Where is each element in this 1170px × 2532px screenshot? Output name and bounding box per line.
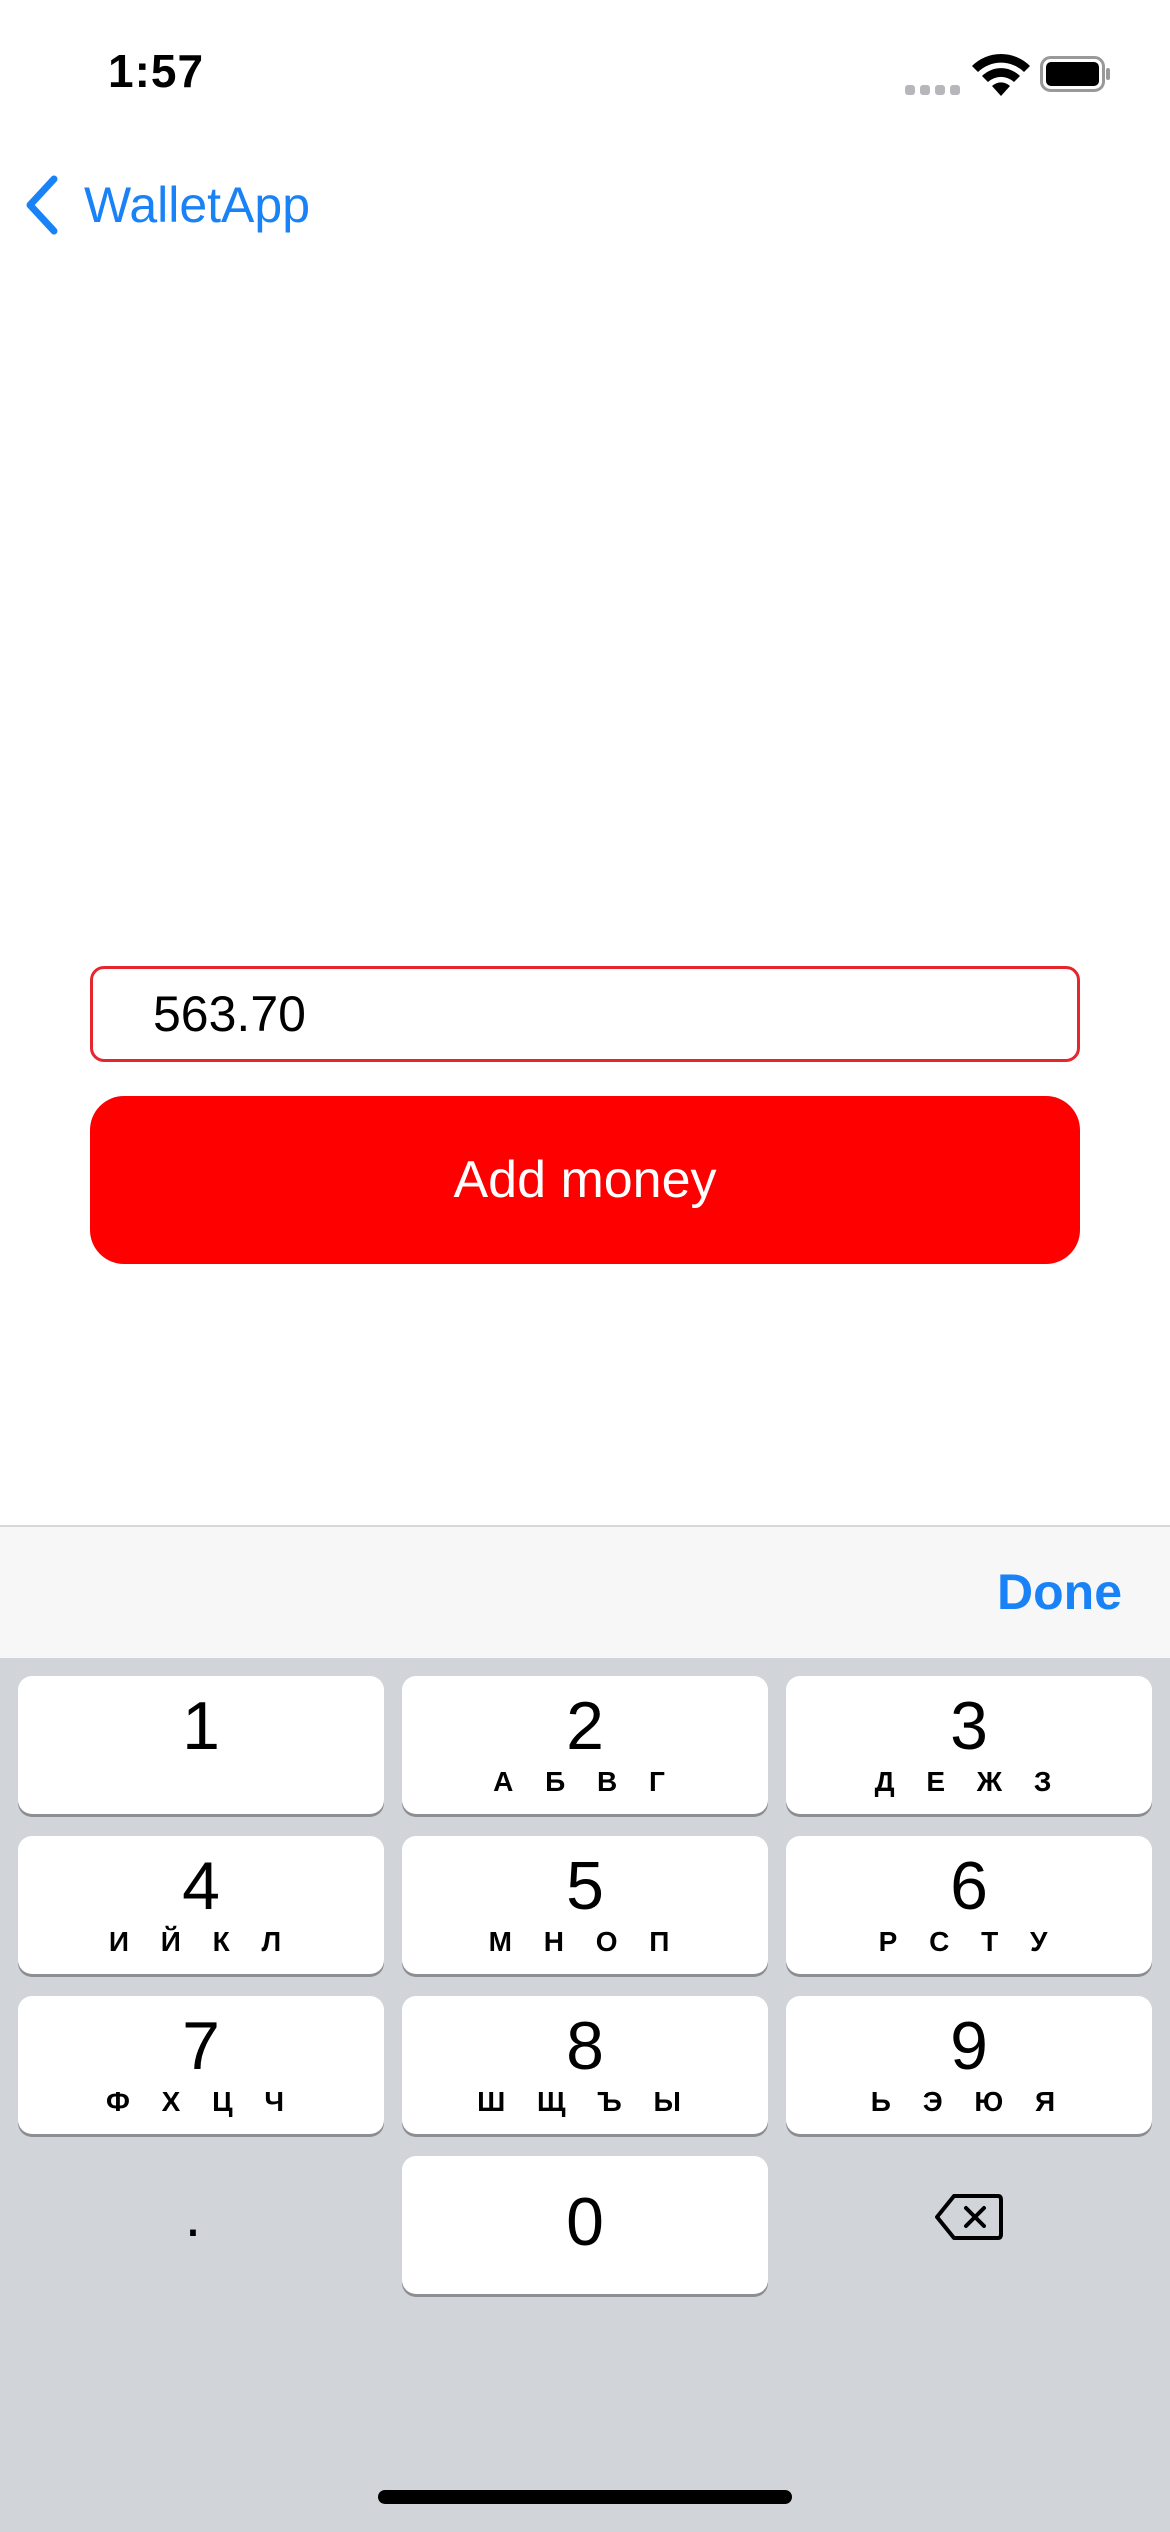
add-money-button[interactable]: Add money	[90, 1096, 1080, 1264]
delete-backspace-icon	[935, 2194, 1003, 2240]
key-letters: М Н О П	[488, 1926, 682, 1957]
key-digit: 8	[566, 2008, 604, 2084]
numeric-keypad: 1 2 А Б В Г 3 Д Е Ж З 4 И Й К Л 5 М Н О …	[0, 1658, 1170, 2532]
key-7[interactable]: 7 Ф Х Ц Ч	[18, 1996, 384, 2134]
key-letters: Ф Х Ц Ч	[105, 2086, 297, 2117]
key-digit: 6	[950, 1848, 988, 1924]
key-8[interactable]: 8 Ш Щ Ъ Ы	[402, 1996, 768, 2134]
key-9[interactable]: 9 Ь Э Ю Я	[786, 1996, 1152, 2134]
key-0[interactable]: 0	[402, 2156, 768, 2294]
back-button-label: WalletApp	[84, 177, 311, 233]
status-bar: 1:57	[0, 0, 1170, 150]
key-2[interactable]: 2 А Б В Г	[402, 1676, 768, 1814]
key-digit: 2	[566, 1688, 604, 1764]
key-letters: Ь Э Ю Я	[870, 2086, 1068, 2117]
key-letters: А Б В Г	[493, 1766, 677, 1797]
key-4[interactable]: 4 И Й К Л	[18, 1836, 384, 1974]
key-3[interactable]: 3 Д Е Ж З	[786, 1676, 1152, 1814]
key-digit: 4	[182, 1848, 220, 1924]
key-6[interactable]: 6 Р С Т У	[786, 1836, 1152, 1974]
key-digit: 5	[566, 1848, 604, 1924]
status-time: 1:57	[108, 45, 205, 97]
key-letters: Д Е Ж З	[874, 1766, 1064, 1797]
decimal-point-label: .	[184, 2182, 202, 2249]
cellular-signal-icon	[905, 82, 965, 100]
keyboard-toolbar: Done	[0, 1525, 1170, 1658]
key-letters: Ш Щ Ъ Ы	[477, 2086, 693, 2117]
key-delete[interactable]	[786, 2156, 1152, 2294]
key-5[interactable]: 5 М Н О П	[402, 1836, 768, 1974]
key-1[interactable]: 1	[18, 1676, 384, 1814]
key-digit: 0	[566, 2184, 604, 2260]
wifi-icon	[972, 53, 1030, 96]
key-digit: 3	[950, 1688, 988, 1764]
key-digit: 9	[950, 2008, 988, 2084]
chevron-left-icon	[26, 175, 58, 235]
key-letters: Р С Т У	[878, 1926, 1060, 1957]
key-digit: 1	[182, 1688, 220, 1764]
amount-input[interactable]: 563.70	[90, 966, 1080, 1062]
key-decimal[interactable]: .	[10, 2156, 376, 2294]
done-button[interactable]: Done	[997, 1563, 1122, 1621]
key-letters: И Й К Л	[108, 1926, 294, 1957]
key-digit: 7	[182, 2008, 220, 2084]
back-button[interactable]: WalletApp	[22, 170, 310, 240]
home-indicator[interactable]	[378, 2490, 792, 2504]
battery-icon	[1040, 56, 1110, 92]
